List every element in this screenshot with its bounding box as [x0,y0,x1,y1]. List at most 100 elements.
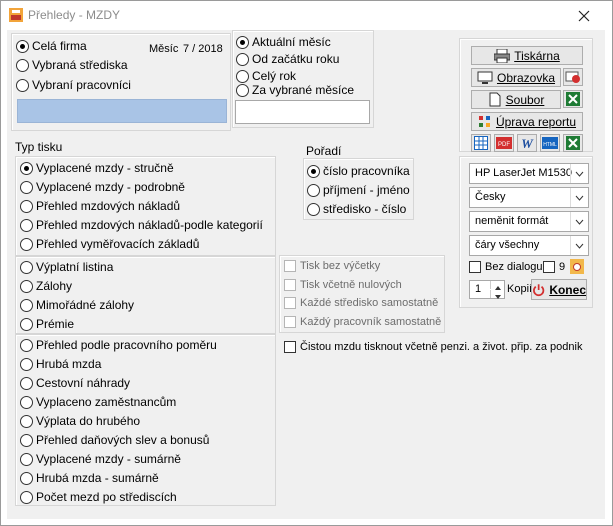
scope-option-whole-company[interactable]: Celá firma [16,38,87,54]
dialog-client: Celá firma Vybraná střediska Vybraní pra… [7,30,605,519]
print-type-option[interactable]: Mimořádné zálohy [20,297,134,313]
window-close-icon[interactable] [575,8,593,24]
include-zero-checkbox[interactable]: Tisk včetně nulových [284,277,402,293]
print-type-option[interactable]: Výplatní listina [20,259,113,275]
radio-icon [20,490,33,504]
print-type-option[interactable]: Zálohy [20,278,72,294]
file-button[interactable]: Soubor [471,90,561,109]
radio-icon [236,83,249,97]
radio-icon [236,69,249,83]
each-employee-separately-checkbox[interactable]: Každý pracovník samostatně [284,314,441,330]
each-center-separately-checkbox[interactable]: Každé středisko samostatně [284,295,438,311]
report-edit-button[interactable]: Úprava reportu [471,112,583,131]
period-option-selected-months[interactable]: Za vybrané měsíce [236,82,354,98]
print-type-option[interactable]: Cestovní náhrady [20,375,130,391]
order-option-center-number[interactable]: středisko - číslo [307,201,406,217]
radio-icon [20,279,33,293]
no-dialog-count-checkbox[interactable]: 9 [543,259,565,275]
selection-list[interactable] [17,99,227,123]
chevron-down-icon [570,188,588,207]
selected-months-input[interactable] [235,100,370,124]
radio-icon [307,183,320,197]
checkbox-icon [284,279,296,291]
radio-icon [20,433,33,447]
word-icon[interactable]: W [517,134,537,152]
checkbox-icon [543,261,555,273]
print-type-option[interactable]: Prémie [20,316,74,332]
print-type-option[interactable]: Přehled daňových slev a bonusů [20,432,209,448]
html-icon[interactable]: HTML [540,134,560,152]
checkbox-icon [284,316,296,328]
print-type-option[interactable]: Přehled mzdových nákladů [20,198,180,214]
printer-button[interactable]: Tiskárna [471,46,583,65]
print-type-option[interactable]: Vyplacené mzdy - sumárně [20,451,181,467]
order-option-employee-number[interactable]: číslo pracovníka [307,163,410,179]
radio-icon [20,161,33,175]
language-select[interactable]: Česky [469,187,589,208]
app-icon [9,8,23,22]
svg-text:PDF: PDF [498,142,510,148]
checkbox-icon [284,297,296,309]
svg-text:HTML: HTML [543,142,557,148]
print-type-option[interactable]: Počet mezd po střediscích [20,489,177,505]
radio-icon [20,357,33,371]
radio-icon [20,218,33,232]
period-option-year-to-date[interactable]: Od začátku roku [236,51,339,67]
print-type-option[interactable]: Přehled mzdových nákladů-podle kategorií [20,217,263,233]
chevron-down-icon [570,212,588,231]
checkbox-icon [469,261,481,273]
spin-up-icon[interactable] [490,281,504,290]
order-option-name[interactable]: příjmení - jméno [307,182,410,198]
radio-icon [20,376,33,390]
print-type-option[interactable]: Hrubá mzda - sumárně [20,470,159,486]
print-type-option[interactable]: Výplata do hrubého [20,413,140,429]
radio-icon [16,39,29,53]
no-tally-checkbox[interactable]: Tisk bez výčetky [284,258,380,274]
radio-icon [16,58,29,72]
print-type-option[interactable]: Přehled vyměřovacích základů [20,236,199,252]
radio-icon [236,35,249,49]
excel-export-icon[interactable] [563,90,583,108]
end-button[interactable]: Konec [531,279,587,300]
format-select[interactable]: neměnit formát [469,211,589,232]
power-icon [533,283,545,296]
radio-icon [20,260,33,274]
settings-tool-icon[interactable] [570,259,584,274]
radio-icon [20,180,33,194]
scope-option-selected-employees[interactable]: Vybraní pracovníci [16,77,131,93]
print-type-option[interactable]: Vyplacené mzdy - podrobně [20,179,185,195]
no-dialog-checkbox[interactable]: Bez dialogu [469,259,543,275]
net-wage-checkbox[interactable]: Čistou mzdu tisknout včetně penzi. a živ… [284,339,582,355]
excel-icon[interactable] [563,134,583,152]
radio-icon [20,471,33,485]
radio-icon [236,52,249,66]
window-title: Přehledy - MZDY [28,8,121,22]
radio-icon [20,298,33,312]
lines-select[interactable]: čáry všechny [469,235,589,256]
preview-email-icon[interactable] [563,68,583,86]
radio-icon [20,338,33,352]
table-icon[interactable] [471,134,491,152]
spin-down-icon[interactable] [490,290,504,299]
title-bar: Přehledy - MZDY [1,1,612,31]
monitor-icon [477,71,493,84]
period-option-current-month[interactable]: Aktuální měsíc [236,34,331,50]
radio-icon [20,395,33,409]
radio-icon [20,414,33,428]
print-type-option[interactable]: Vyplaceno zaměstnancům [20,394,176,410]
print-type-option[interactable]: Vyplacené mzdy - stručně [20,160,174,176]
radio-icon [20,199,33,213]
print-type-heading: Typ tisku [15,140,63,154]
checkbox-icon [284,341,296,353]
scope-option-selected-centers[interactable]: Vybraná střediska [16,57,128,73]
checkbox-icon [284,260,296,272]
pdf-icon[interactable]: PDF [494,134,514,152]
edit-report-icon [478,115,490,127]
printer-select[interactable]: HP LaserJet M1530 [469,163,589,184]
copies-label: Kopií [507,283,533,295]
print-type-option[interactable]: Hrubá mzda [20,356,101,372]
screen-button[interactable]: Obrazovka [471,68,561,87]
print-type-option[interactable]: Přehled podle pracovního poměru [20,337,217,353]
order-heading: Pořadí [306,144,342,158]
copies-spinner[interactable]: 1 [469,280,505,299]
